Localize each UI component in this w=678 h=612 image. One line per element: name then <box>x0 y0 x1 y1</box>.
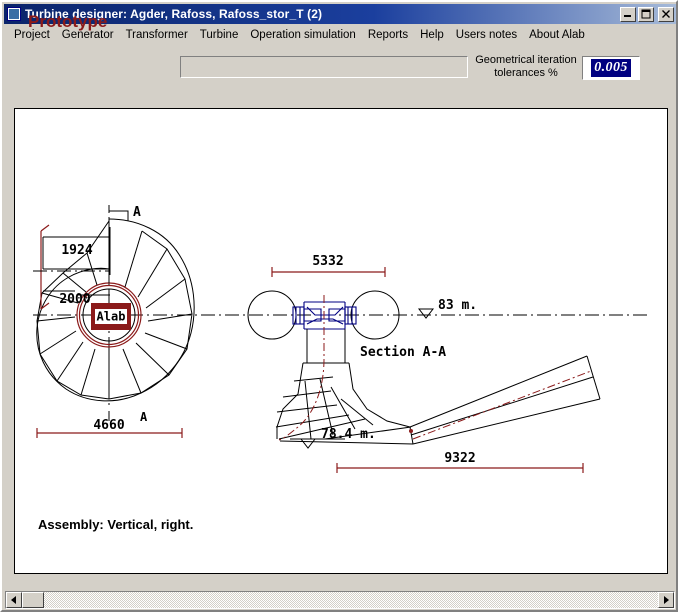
dimension-1924: 1924 <box>61 243 92 258</box>
app-window-icon <box>7 7 21 21</box>
window-title: Turbine designer: Agder, Rafoss, Rafoss_… <box>25 7 323 21</box>
menu-item-users-notes[interactable]: Users notes <box>450 28 523 42</box>
window-controls <box>620 6 674 22</box>
menu-item-transformer[interactable]: Transformer <box>120 28 194 42</box>
menu-item-operation-simulation[interactable]: Operation simulation <box>244 28 361 42</box>
horizontal-scrollbar[interactable] <box>5 591 675 609</box>
turbine-drawing: .ln { stroke:#000; stroke-width:1; fill:… <box>33 205 649 473</box>
minimize-icon[interactable] <box>620 6 636 22</box>
scroll-thumb[interactable] <box>22 592 44 608</box>
section-marker-bottom: A <box>140 410 148 424</box>
scrollbar-track[interactable] <box>22 592 658 608</box>
tolerance-label: Geometrical iteration tolerances % <box>475 54 577 79</box>
prototype-label: Prototype <box>28 12 108 31</box>
menu-item-help[interactable]: Help <box>414 28 450 42</box>
dimension-2000: 2000 <box>59 292 90 307</box>
assembly-label: Assembly: Vertical, right. <box>38 517 194 532</box>
close-icon[interactable] <box>658 6 674 22</box>
section-marker-top: A <box>133 205 141 220</box>
name-input[interactable] <box>180 56 468 78</box>
dimension-5332: 5332 <box>312 254 343 269</box>
drawing-canvas[interactable]: .ln { stroke:#000; stroke-width:1; fill:… <box>14 108 668 574</box>
menu-item-about-alab[interactable]: About Alab <box>523 28 591 42</box>
dimension-9322: 9322 <box>444 451 475 466</box>
alab-logo-text: Alab <box>97 310 126 324</box>
section-title: Section A-A <box>360 345 446 360</box>
scroll-left-icon[interactable] <box>6 592 22 608</box>
menu-item-reports[interactable]: Reports <box>362 28 414 42</box>
scroll-right-icon[interactable] <box>658 592 674 608</box>
upper-water-level: 83 m. <box>438 298 477 313</box>
tolerance-value: 0.005 <box>591 59 631 77</box>
tolerance-display[interactable]: 0.005 <box>582 56 640 80</box>
menu-item-turbine[interactable]: Turbine <box>194 28 245 42</box>
maximize-icon[interactable] <box>638 6 654 22</box>
lower-water-level: 78.4 m. <box>321 427 376 442</box>
application-window: Turbine designer: Agder, Rafoss, Rafoss_… <box>0 0 678 612</box>
dimension-4660: 4660 <box>93 418 124 433</box>
